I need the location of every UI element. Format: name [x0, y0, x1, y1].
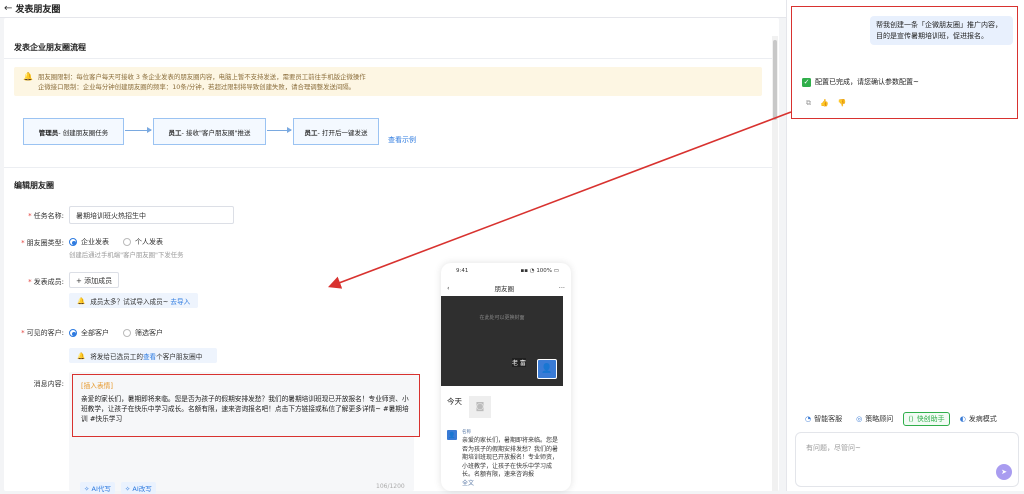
flow-step-3: 员工 - 打开后一键发送: [293, 118, 379, 145]
message-label: 消息内容:: [33, 380, 64, 388]
flow-step-action: - 创建朋友圈任务: [58, 128, 109, 137]
user-message: 帮我创建一条「企微朋友圈」推广内容，目的是宣传暑期培训班，促进报名。: [870, 16, 1013, 45]
compass-icon: ◎: [856, 415, 863, 423]
visible-tip: 🔔 将发给已选员工的 查看 个客户朋友圈中: [69, 348, 217, 363]
members-label: * 发表成员:: [28, 278, 64, 286]
copy-icon[interactable]: ⧉: [806, 99, 811, 108]
flow-step-1: 管理员 - 创建朋友圈任务: [23, 118, 124, 145]
mode-other[interactable]: ◐ 发病模式: [956, 412, 1001, 426]
today-label: 今天: [447, 397, 462, 406]
sparkle-icon: ⟨⟩: [908, 415, 914, 423]
flow-step-role: 管理员: [38, 128, 59, 137]
visible-label: * 可见的客户:: [21, 329, 64, 337]
arrow-left-icon[interactable]: ←: [4, 3, 12, 14]
task-name-label: * 任务名称:: [28, 212, 64, 220]
message-actions: ⧉ 👍 👎: [806, 99, 846, 108]
add-member-button[interactable]: + 添加成员: [69, 272, 120, 288]
post-name: 名称: [462, 430, 471, 435]
edit-title: 编辑朋友圈: [14, 181, 54, 190]
visible-tip-pre: 将发给已选员工的: [90, 352, 143, 361]
user-avatar-icon: 👤: [537, 359, 557, 379]
page-title: 发表朋友圈: [15, 5, 61, 15]
message-content: 亲爱的家长们，暑期即将来临。您是否为孩子的假期安排发愁？我们的暑期培训班现已开放…: [81, 395, 409, 423]
phone-nav: ‹ 朋友圈 ···: [441, 281, 571, 295]
thumbs-down-icon[interactable]: 👎: [838, 99, 847, 108]
visible-radio-group: 全部客户 筛选客户: [69, 328, 163, 338]
mode-quick-create[interactable]: ⟨⟩ 快创助手: [903, 412, 950, 426]
cover-text: 在此处可以更换封面: [479, 315, 525, 321]
ai-write-button[interactable]: ✧ AI代写: [80, 482, 115, 494]
type-option-enterprise: 企业发表: [81, 238, 109, 246]
mode-bar: ◔ 智能客服 ◎ 策略顾问 ⟨⟩ 快创助手 ◐ 发病模式: [801, 412, 1001, 426]
import-link[interactable]: 去导入: [170, 296, 190, 306]
notice-line-1: 朋友圈限制：每位客户每天可接收 3 条企业发表的朋友圈内容，电脑上暂不支持发送，…: [38, 73, 366, 81]
flow-step-role: 员工: [304, 128, 318, 137]
flow-step-role: 员工: [168, 128, 182, 137]
insert-emoji-tag[interactable]: [插入表情]: [81, 381, 411, 391]
phone-status-bar: 9:41 ▪▪ ◔ 100% ▭: [441, 268, 571, 274]
mode-smart-service[interactable]: ◔ 智能客服: [801, 412, 846, 426]
phone-time: 9:41: [456, 268, 469, 274]
flow-step-action: - 接收"客户朋友圈"推送: [181, 128, 251, 137]
post-body: 亲爱的家长们，暑期即将来临。您是否为孩子的假期安排发愁？我们的暑期培训班现已开放…: [462, 437, 559, 487]
members-tip: 🔔 成员太多？试试导入成员~ 去导入: [69, 293, 198, 308]
check-icon: ✓: [802, 77, 811, 87]
cover-user-name: 老 富: [512, 358, 526, 367]
type-radio-enterprise[interactable]: [69, 238, 77, 246]
scrollbar-thumb[interactable]: [773, 40, 777, 120]
type-radio-group: 企业发表 个人发表: [69, 237, 163, 247]
scrollbar[interactable]: [772, 36, 778, 491]
visible-option-filter: 筛选客户: [135, 329, 163, 337]
divider: [4, 58, 772, 59]
divider: [4, 167, 772, 168]
type-radio-personal[interactable]: [123, 238, 131, 246]
type-label: * 朋友圈类型:: [21, 239, 64, 247]
visible-radio-filter[interactable]: [123, 329, 131, 337]
flow-step-2: 员工 - 接收"客户朋友圈"推送: [153, 118, 266, 145]
ai-buttons: ✧ AI代写 ✧ AI改写: [80, 482, 156, 494]
flow-arrow: [267, 127, 292, 133]
send-icon[interactable]: ➤: [996, 464, 1012, 480]
type-hint: 创建后通过手机端"客户朋友圈"下发任务: [69, 251, 184, 259]
view-customers-link[interactable]: 查看: [143, 351, 156, 361]
phone-nav-title: 朋友圈: [494, 285, 514, 293]
fold-link: 全文: [462, 479, 475, 487]
chevron-left-icon: ‹: [447, 284, 450, 292]
mode-strategy-advisor[interactable]: ◎ 策略顾问: [852, 412, 897, 426]
question-input[interactable]: 有问题，尽管问~: [795, 432, 1019, 487]
bell-icon: 🔔: [23, 72, 33, 81]
char-counter: 106/1200: [376, 483, 405, 490]
bell-icon: 🔔: [77, 351, 86, 360]
visible-option-all: 全部客户: [81, 329, 109, 337]
headset-icon: ◔: [805, 415, 812, 423]
flow-step-action: - 打开后一键发送: [317, 128, 368, 137]
thumbs-up-icon[interactable]: 👍: [820, 99, 829, 108]
reply-text: 配置已完成，请您确认参数配置~: [815, 78, 919, 86]
bell-icon: 🔔: [77, 296, 86, 305]
flow-arrow: [125, 127, 152, 133]
process-title: 发表企业朋友圈流程: [14, 43, 86, 52]
limit-notice: 🔔 朋友圈限制：每位客户每天可接收 3 条企业发表的朋友圈内容，电脑上暂不支持发…: [14, 67, 762, 96]
members-tip-text: 成员太多？试试导入成员~: [90, 297, 169, 306]
type-option-personal: 个人发表: [135, 238, 163, 246]
task-name-input[interactable]: 暑期培训班火热招生中: [69, 206, 234, 224]
visible-tip-post: 个客户朋友圈中: [156, 352, 203, 361]
post-avatar-icon: 👤: [447, 430, 457, 440]
chat-icon: ◐: [959, 415, 966, 423]
message-textarea[interactable]: [插入表情] 亲爱的家长们，暑期即将来临。您是否为孩子的假期安排发愁？我们的暑期…: [72, 374, 420, 437]
more-icon: ···: [558, 284, 565, 292]
notice-line-2: 企微接口限制：企业每分钟创建朋友圈的频率：10条/分钟，若超过限制将导致创建失败…: [38, 83, 356, 91]
visible-radio-all[interactable]: [69, 329, 77, 337]
camera-icon: ◙: [469, 396, 491, 418]
view-example-link[interactable]: 查看示例: [388, 135, 416, 145]
ai-rewrite-button[interactable]: ✧ AI改写: [120, 482, 156, 494]
phone-preview: 9:41 ▪▪ ◔ 100% ▭ ‹ 朋友圈 ··· 在此处可以更换封面 老 富…: [441, 263, 571, 491]
assistant-reply: ✓ 配置已完成，请您确认参数配置~: [802, 77, 919, 87]
phone-battery: ▪▪ ◔ 100% ▭: [520, 268, 559, 274]
